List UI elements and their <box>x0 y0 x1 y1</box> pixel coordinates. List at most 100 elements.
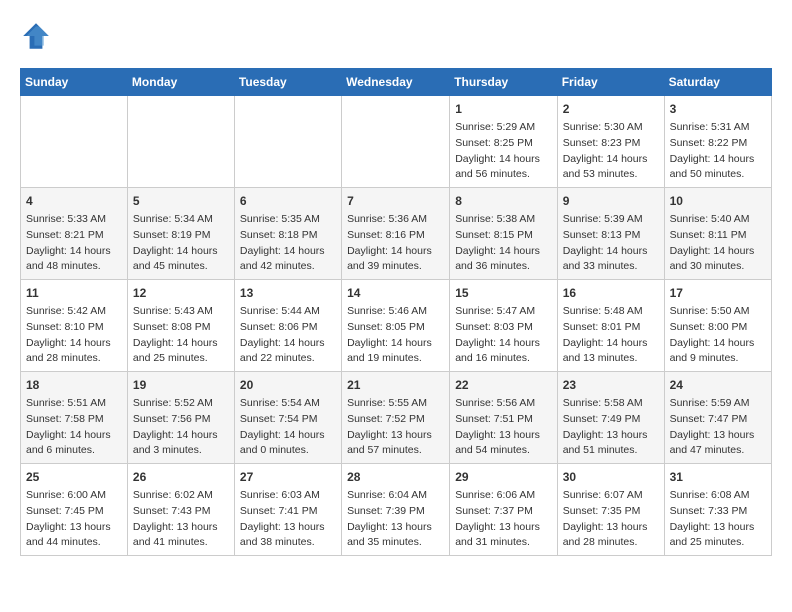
day-number: 26 <box>133 468 229 486</box>
day-info: and 28 minutes. <box>563 535 659 551</box>
day-info: Sunset: 8:19 PM <box>133 228 229 244</box>
calendar-cell: 3Sunrise: 5:31 AMSunset: 8:22 PMDaylight… <box>664 96 771 188</box>
day-info: and 41 minutes. <box>133 535 229 551</box>
day-info: Sunset: 7:35 PM <box>563 504 659 520</box>
day-info: and 25 minutes. <box>670 535 766 551</box>
calendar-cell: 18Sunrise: 5:51 AMSunset: 7:58 PMDayligh… <box>21 372 128 464</box>
day-info: Sunrise: 6:03 AM <box>240 488 336 504</box>
day-info: Sunrise: 6:08 AM <box>670 488 766 504</box>
day-info: and 36 minutes. <box>455 259 551 275</box>
day-header-wednesday: Wednesday <box>342 69 450 96</box>
day-number: 1 <box>455 100 551 118</box>
day-info: Sunset: 8:15 PM <box>455 228 551 244</box>
day-info: Sunrise: 5:40 AM <box>670 212 766 228</box>
day-info: Sunrise: 5:47 AM <box>455 304 551 320</box>
day-number: 9 <box>563 192 659 210</box>
calendar-cell: 25Sunrise: 6:00 AMSunset: 7:45 PMDayligh… <box>21 464 128 556</box>
day-info: Sunset: 8:08 PM <box>133 320 229 336</box>
calendar-cell: 8Sunrise: 5:38 AMSunset: 8:15 PMDaylight… <box>450 188 557 280</box>
day-number: 12 <box>133 284 229 302</box>
day-number: 19 <box>133 376 229 394</box>
day-info: and 53 minutes. <box>563 167 659 183</box>
day-header-sunday: Sunday <box>21 69 128 96</box>
calendar-cell: 2Sunrise: 5:30 AMSunset: 8:23 PMDaylight… <box>557 96 664 188</box>
day-info: Sunset: 8:18 PM <box>240 228 336 244</box>
logo-icon <box>20 20 52 52</box>
day-info: Daylight: 13 hours <box>133 520 229 536</box>
calendar-cell: 11Sunrise: 5:42 AMSunset: 8:10 PMDayligh… <box>21 280 128 372</box>
day-info: Sunset: 7:52 PM <box>347 412 444 428</box>
day-info: Daylight: 13 hours <box>455 520 551 536</box>
day-number: 11 <box>26 284 122 302</box>
calendar-cell: 23Sunrise: 5:58 AMSunset: 7:49 PMDayligh… <box>557 372 664 464</box>
day-info: and 33 minutes. <box>563 259 659 275</box>
day-info: Sunrise: 5:46 AM <box>347 304 444 320</box>
calendar-cell: 28Sunrise: 6:04 AMSunset: 7:39 PMDayligh… <box>342 464 450 556</box>
day-info: Sunset: 7:47 PM <box>670 412 766 428</box>
calendar-week-row: 18Sunrise: 5:51 AMSunset: 7:58 PMDayligh… <box>21 372 772 464</box>
day-info: Daylight: 14 hours <box>670 336 766 352</box>
day-info: Sunset: 8:01 PM <box>563 320 659 336</box>
day-info: Sunrise: 6:07 AM <box>563 488 659 504</box>
day-number: 15 <box>455 284 551 302</box>
day-info: Daylight: 14 hours <box>26 244 122 260</box>
day-number: 16 <box>563 284 659 302</box>
day-info: Sunset: 7:41 PM <box>240 504 336 520</box>
day-info: Sunrise: 5:54 AM <box>240 396 336 412</box>
day-number: 17 <box>670 284 766 302</box>
day-number: 30 <box>563 468 659 486</box>
day-info: and 48 minutes. <box>26 259 122 275</box>
calendar-week-row: 4Sunrise: 5:33 AMSunset: 8:21 PMDaylight… <box>21 188 772 280</box>
day-number: 5 <box>133 192 229 210</box>
day-number: 3 <box>670 100 766 118</box>
day-info: and 22 minutes. <box>240 351 336 367</box>
day-info: Sunrise: 5:44 AM <box>240 304 336 320</box>
calendar-cell: 14Sunrise: 5:46 AMSunset: 8:05 PMDayligh… <box>342 280 450 372</box>
day-info: and 16 minutes. <box>455 351 551 367</box>
day-info: Sunset: 7:54 PM <box>240 412 336 428</box>
day-header-monday: Monday <box>127 69 234 96</box>
day-info: Daylight: 14 hours <box>133 244 229 260</box>
day-info: and 50 minutes. <box>670 167 766 183</box>
calendar-cell: 27Sunrise: 6:03 AMSunset: 7:41 PMDayligh… <box>234 464 341 556</box>
day-info: Sunset: 7:45 PM <box>26 504 122 520</box>
day-info: Sunrise: 5:36 AM <box>347 212 444 228</box>
day-number: 27 <box>240 468 336 486</box>
calendar-cell: 10Sunrise: 5:40 AMSunset: 8:11 PMDayligh… <box>664 188 771 280</box>
day-number: 8 <box>455 192 551 210</box>
day-info: and 45 minutes. <box>133 259 229 275</box>
calendar-cell: 20Sunrise: 5:54 AMSunset: 7:54 PMDayligh… <box>234 372 341 464</box>
day-info: Sunset: 8:13 PM <box>563 228 659 244</box>
day-info: Sunset: 8:22 PM <box>670 136 766 152</box>
day-info: and 47 minutes. <box>670 443 766 459</box>
day-info: Daylight: 14 hours <box>563 152 659 168</box>
calendar-week-row: 11Sunrise: 5:42 AMSunset: 8:10 PMDayligh… <box>21 280 772 372</box>
day-info: Sunset: 8:05 PM <box>347 320 444 336</box>
calendar-cell: 19Sunrise: 5:52 AMSunset: 7:56 PMDayligh… <box>127 372 234 464</box>
day-info: Daylight: 13 hours <box>455 428 551 444</box>
day-info: and 19 minutes. <box>347 351 444 367</box>
calendar-cell: 15Sunrise: 5:47 AMSunset: 8:03 PMDayligh… <box>450 280 557 372</box>
day-info: Sunset: 7:37 PM <box>455 504 551 520</box>
day-number: 21 <box>347 376 444 394</box>
day-number: 29 <box>455 468 551 486</box>
calendar-cell <box>21 96 128 188</box>
day-info: Sunset: 8:00 PM <box>670 320 766 336</box>
day-number: 6 <box>240 192 336 210</box>
day-info: and 6 minutes. <box>26 443 122 459</box>
day-info: Sunrise: 5:39 AM <box>563 212 659 228</box>
day-info: Sunset: 7:49 PM <box>563 412 659 428</box>
calendar-cell: 13Sunrise: 5:44 AMSunset: 8:06 PMDayligh… <box>234 280 341 372</box>
calendar-cell: 24Sunrise: 5:59 AMSunset: 7:47 PMDayligh… <box>664 372 771 464</box>
day-info: and 42 minutes. <box>240 259 336 275</box>
day-info: and 0 minutes. <box>240 443 336 459</box>
day-info: Sunset: 8:23 PM <box>563 136 659 152</box>
day-info: Sunset: 8:25 PM <box>455 136 551 152</box>
day-info: Daylight: 14 hours <box>240 244 336 260</box>
day-info: Sunset: 8:03 PM <box>455 320 551 336</box>
day-info: and 35 minutes. <box>347 535 444 551</box>
day-number: 22 <box>455 376 551 394</box>
day-number: 13 <box>240 284 336 302</box>
day-info: Sunset: 8:11 PM <box>670 228 766 244</box>
day-info: Sunrise: 5:43 AM <box>133 304 229 320</box>
